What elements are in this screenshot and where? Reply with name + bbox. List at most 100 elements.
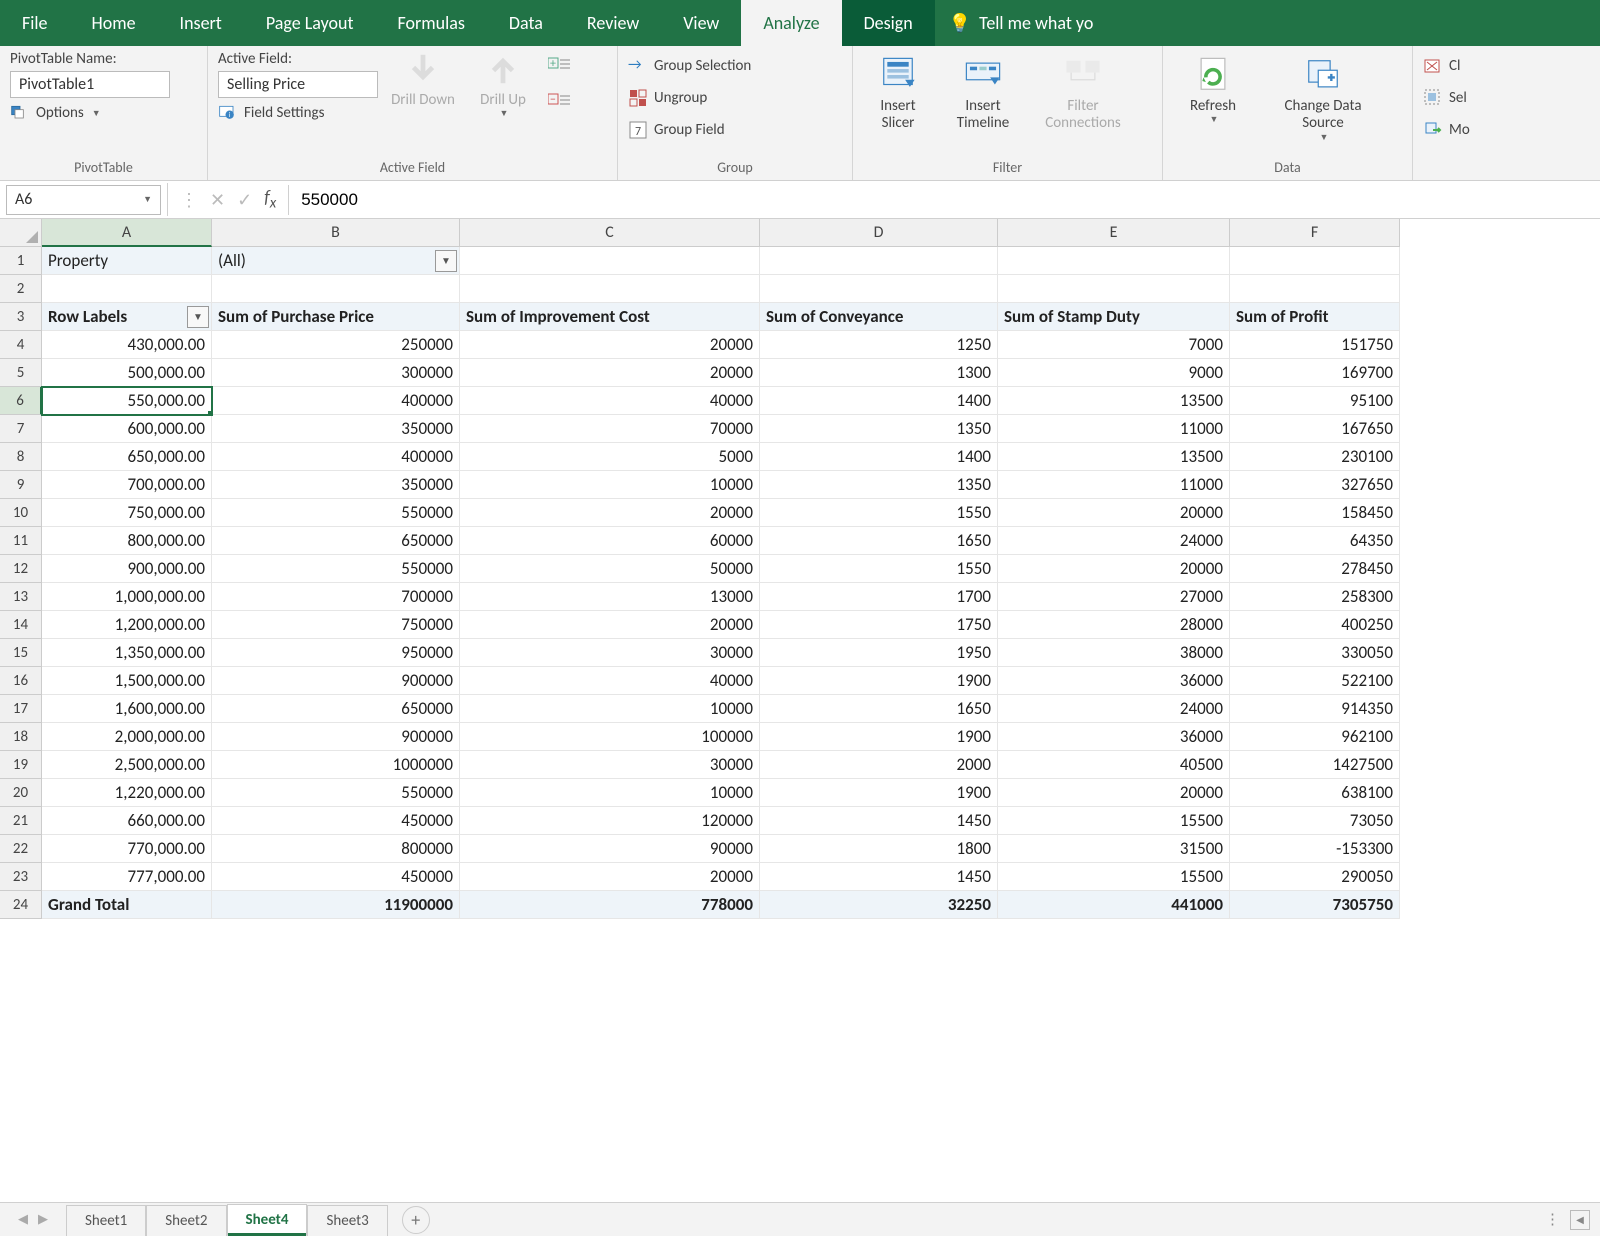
pivot-value[interactable]: 1900	[760, 779, 998, 807]
pivot-col-header[interactable]: Sum of Profit	[1230, 303, 1400, 331]
pivot-value[interactable]: 300000	[212, 359, 460, 387]
row-header[interactable]: 20	[0, 779, 42, 807]
sheet-options-icon[interactable]: ⋮	[1535, 1210, 1570, 1229]
pivot-value[interactable]: 40000	[460, 667, 760, 695]
grand-total-value[interactable]: 441000	[998, 891, 1230, 919]
pivot-value[interactable]: 550000	[212, 555, 460, 583]
vdots-icon[interactable]: ⋮	[180, 189, 198, 211]
pivot-value[interactable]: 250000	[212, 331, 460, 359]
pivot-value[interactable]: 522100	[1230, 667, 1400, 695]
pivot-value[interactable]: 15500	[998, 807, 1230, 835]
row-header[interactable]: 3	[0, 303, 42, 331]
row-header[interactable]: 10	[0, 499, 42, 527]
pivot-col-header[interactable]: Sum of Improvement Cost	[460, 303, 760, 331]
pivot-value[interactable]: 258300	[1230, 583, 1400, 611]
col-header-d[interactable]: D	[760, 219, 998, 247]
filter-dropdown-icon[interactable]: ▼	[187, 306, 209, 328]
pivot-value[interactable]: 1950	[760, 639, 998, 667]
pivot-value[interactable]: 5000	[460, 443, 760, 471]
pivot-value[interactable]: 40000	[460, 387, 760, 415]
field-settings-button[interactable]: i Field Settings	[218, 101, 378, 125]
pivot-value[interactable]: 900000	[212, 667, 460, 695]
refresh-button[interactable]: Refresh ▼	[1173, 56, 1253, 130]
pivot-value[interactable]: 95100	[1230, 387, 1400, 415]
pivot-value[interactable]: 15500	[998, 863, 1230, 891]
cell[interactable]	[42, 275, 212, 303]
pivot-value[interactable]: 30000	[460, 751, 760, 779]
pivot-value[interactable]: 330050	[1230, 639, 1400, 667]
pivot-row-label[interactable]: 900,000.00	[42, 555, 212, 583]
pivot-value[interactable]: 1350	[760, 415, 998, 443]
select-all-corner[interactable]	[0, 219, 42, 247]
enter-icon[interactable]: ✓	[237, 189, 252, 211]
pivot-value[interactable]: 1650	[760, 695, 998, 723]
pivot-value[interactable]: 31500	[998, 835, 1230, 863]
pivot-value[interactable]: 1350	[760, 471, 998, 499]
row-header[interactable]: 17	[0, 695, 42, 723]
sheet-tab-sheet3[interactable]: Sheet3	[307, 1205, 387, 1236]
pivot-value[interactable]: 20000	[460, 331, 760, 359]
pivot-value[interactable]: 20000	[998, 779, 1230, 807]
tab-formulas[interactable]: Formulas	[376, 0, 487, 46]
pivot-value[interactable]: 1800	[760, 835, 998, 863]
col-header-f[interactable]: F	[1230, 219, 1400, 247]
cell[interactable]	[760, 275, 998, 303]
pivot-value[interactable]: 650000	[212, 695, 460, 723]
pivot-value[interactable]: 950000	[212, 639, 460, 667]
pivot-col-header[interactable]: Sum of Stamp Duty	[998, 303, 1230, 331]
pivot-value[interactable]: 1650	[760, 527, 998, 555]
pivot-value[interactable]: 64350	[1230, 527, 1400, 555]
pivot-value[interactable]: 450000	[212, 863, 460, 891]
group-selection-button[interactable]: → Group Selection	[628, 54, 751, 78]
cell[interactable]	[212, 275, 460, 303]
row-header[interactable]: 24	[0, 891, 42, 919]
clear-button[interactable]: Cl	[1423, 54, 1460, 78]
pivot-value[interactable]: 28000	[998, 611, 1230, 639]
pivot-value[interactable]: 400000	[212, 387, 460, 415]
sheet-tab-sheet2[interactable]: Sheet2	[146, 1205, 226, 1236]
pivot-value[interactable]: 7000	[998, 331, 1230, 359]
pivot-col-header[interactable]: Sum of Conveyance	[760, 303, 998, 331]
fx-icon[interactable]: fx	[264, 186, 276, 213]
hscroll-left[interactable]: ◀	[1570, 1210, 1590, 1230]
pivot-page-value[interactable]: (All)▼	[212, 247, 460, 275]
pivot-value[interactable]: 11000	[998, 415, 1230, 443]
pivot-row-label[interactable]: 2,000,000.00	[42, 723, 212, 751]
tab-analyze[interactable]: Analyze	[741, 0, 841, 46]
pivot-value[interactable]: 1250	[760, 331, 998, 359]
pivot-value[interactable]: -153300	[1230, 835, 1400, 863]
pivot-value[interactable]: 24000	[998, 527, 1230, 555]
pivot-value[interactable]: 20000	[460, 499, 760, 527]
pivot-value[interactable]: 400000	[212, 443, 460, 471]
pivot-value[interactable]: 24000	[998, 695, 1230, 723]
col-header-a[interactable]: A	[42, 219, 212, 247]
pivot-value[interactable]: 1900	[760, 667, 998, 695]
pivot-value[interactable]: 278450	[1230, 555, 1400, 583]
col-header-c[interactable]: C	[460, 219, 760, 247]
pivot-row-label[interactable]: 700,000.00	[42, 471, 212, 499]
row-header[interactable]: 22	[0, 835, 42, 863]
pivot-row-label[interactable]: 770,000.00	[42, 835, 212, 863]
pivot-value[interactable]: 9000	[998, 359, 1230, 387]
grand-total-label[interactable]: Grand Total	[42, 891, 212, 919]
pivot-value[interactable]: 350000	[212, 471, 460, 499]
insert-timeline-button[interactable]: Insert Timeline	[943, 56, 1023, 137]
row-header[interactable]: 18	[0, 723, 42, 751]
pivot-value[interactable]: 20000	[998, 499, 1230, 527]
row-header[interactable]: 5	[0, 359, 42, 387]
change-data-source-button[interactable]: Change Data Source ▼	[1263, 56, 1383, 147]
move-button[interactable]: Mo	[1423, 118, 1470, 142]
pivot-value[interactable]: 700000	[212, 583, 460, 611]
pivot-value[interactable]: 13500	[998, 443, 1230, 471]
grand-total-value[interactable]: 7305750	[1230, 891, 1400, 919]
pivot-value[interactable]: 1450	[760, 863, 998, 891]
pivot-value[interactable]: 400250	[1230, 611, 1400, 639]
pivot-value[interactable]: 290050	[1230, 863, 1400, 891]
pivot-row-label[interactable]: 1,350,000.00	[42, 639, 212, 667]
pivot-value[interactable]: 327650	[1230, 471, 1400, 499]
row-header[interactable]: 1	[0, 247, 42, 275]
row-header[interactable]: 23	[0, 863, 42, 891]
sheet-nav-prev[interactable]: ◀	[18, 1212, 28, 1227]
sheet-nav-next[interactable]: ▶	[38, 1212, 48, 1227]
pivot-value[interactable]: 10000	[460, 779, 760, 807]
